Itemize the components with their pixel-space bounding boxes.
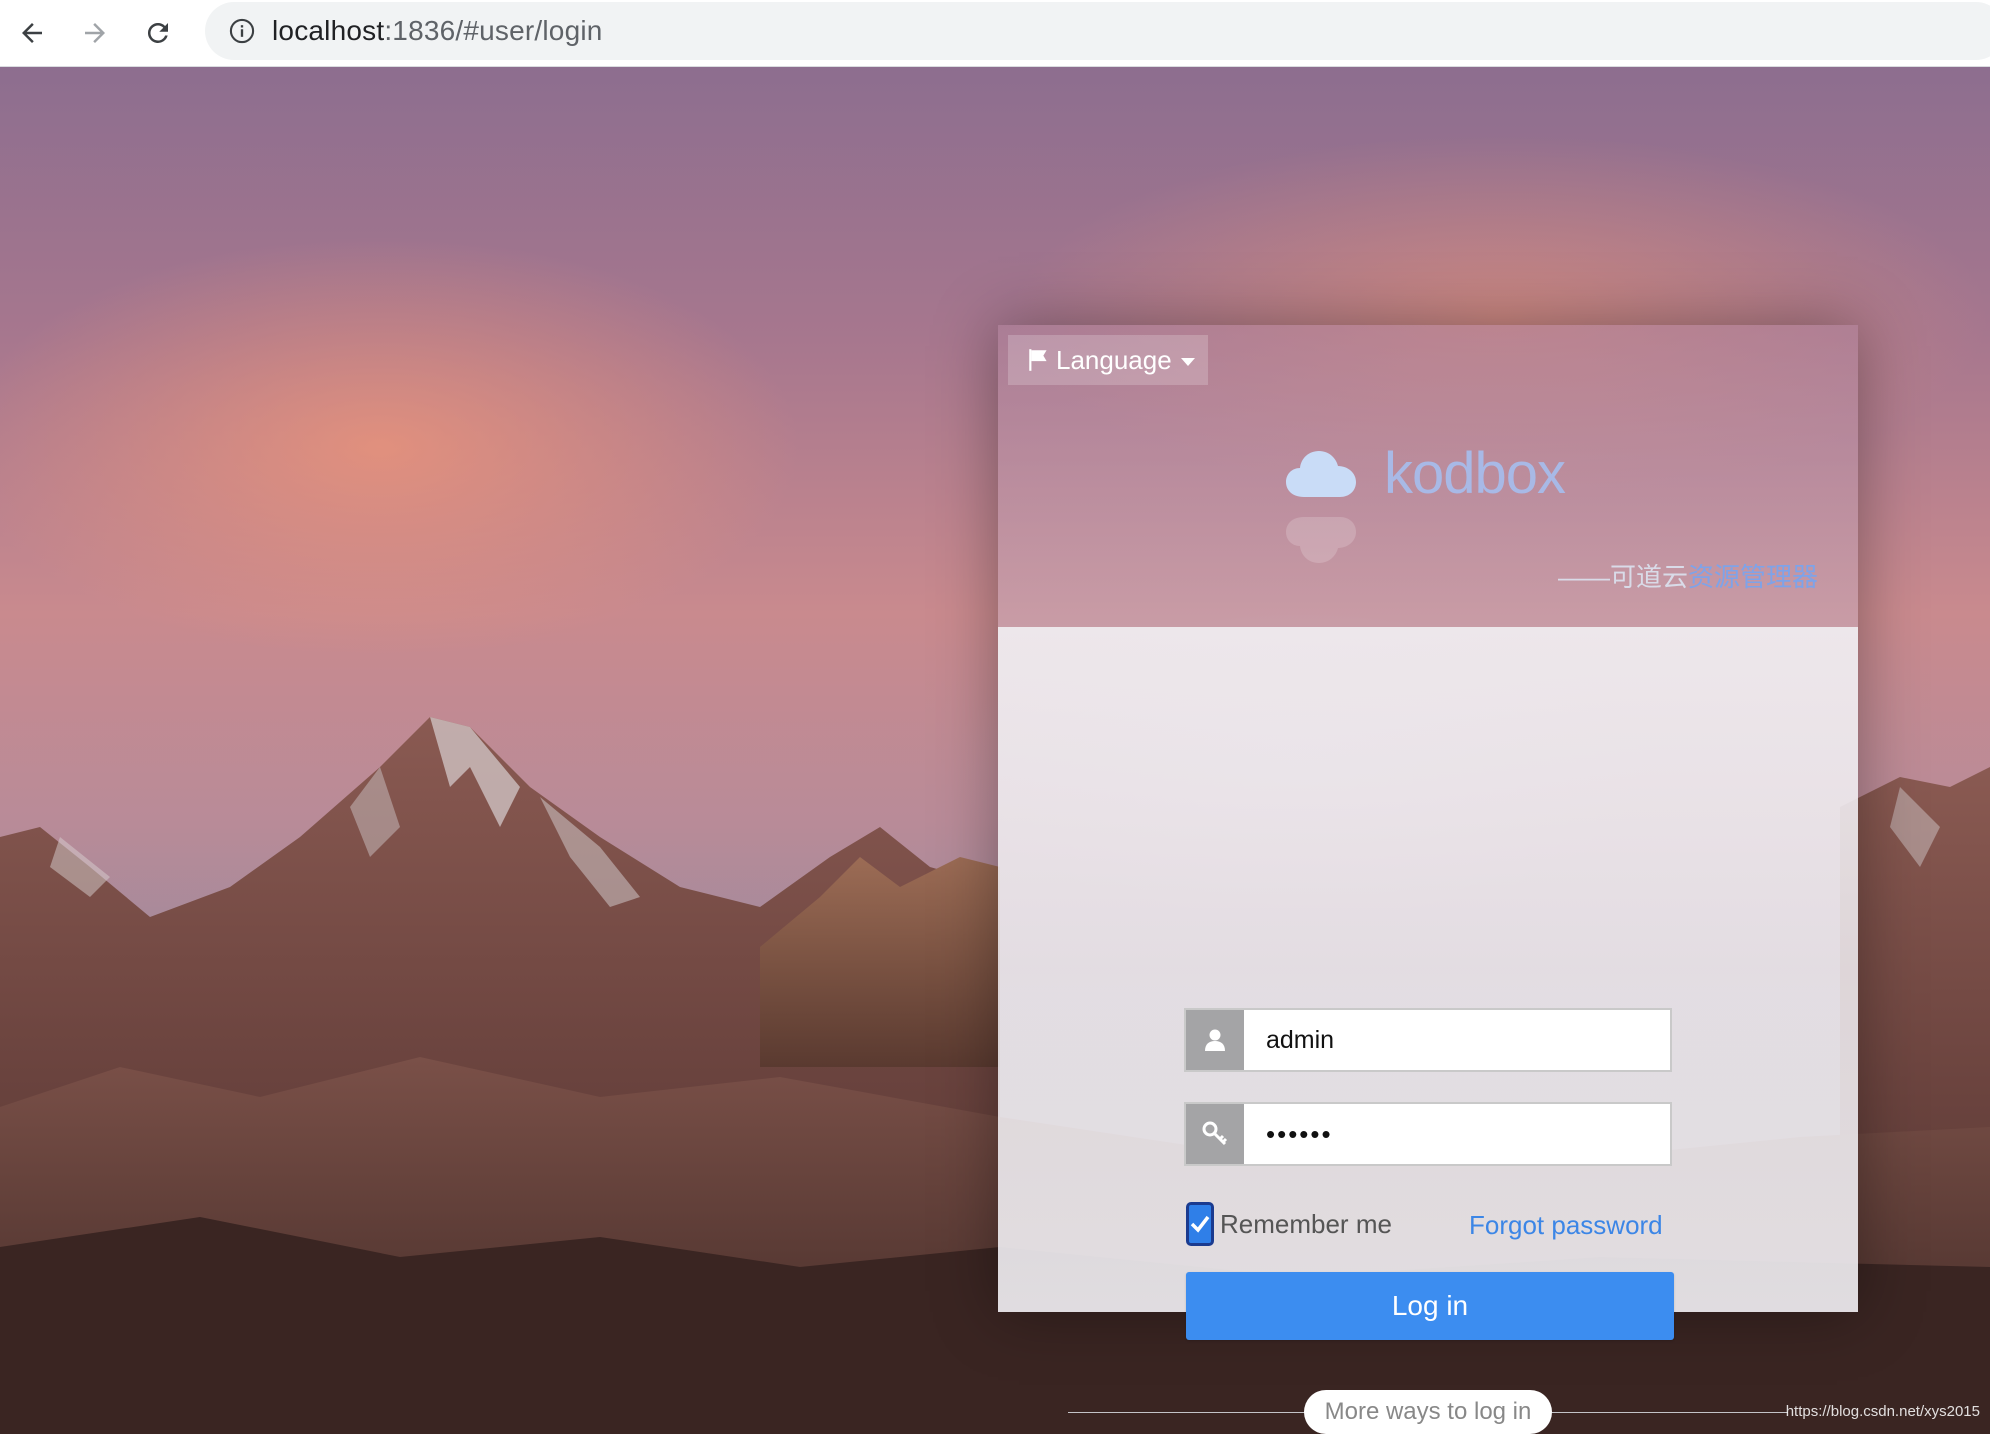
remember-label: Remember me [1220, 1208, 1392, 1239]
remember-checkbox[interactable] [1186, 1202, 1214, 1246]
key-icon [1186, 1104, 1244, 1164]
back-button[interactable] [7, 8, 57, 58]
arrow-left-icon [22, 23, 42, 43]
cloud-icon [1286, 451, 1356, 497]
password-input[interactable]: •••••• [1266, 1119, 1333, 1150]
check-icon [1190, 1215, 1210, 1233]
logo-reflection [1286, 507, 1586, 567]
password-field[interactable]: •••••• [1184, 1102, 1672, 1166]
username-field[interactable]: admin [1184, 1008, 1672, 1072]
arrow-right-icon [85, 23, 105, 43]
forward-button[interactable] [70, 8, 120, 58]
info-icon[interactable] [227, 16, 257, 46]
username-input[interactable]: admin [1266, 1026, 1334, 1055]
language-button[interactable]: Language [1008, 335, 1208, 385]
remember-me-toggle[interactable]: Remember me [1186, 1202, 1392, 1246]
reload-button[interactable] [133, 8, 183, 58]
url-text: localhost:1836/#user/login [272, 15, 603, 47]
more-ways-label: More ways to log in [1304, 1390, 1552, 1434]
forgot-password-link[interactable]: Forgot password [1469, 1210, 1663, 1241]
user-icon [1186, 1010, 1244, 1070]
reload-icon [147, 22, 168, 43]
watermark-text: https://blog.csdn.net/xys2015 [1785, 1403, 1980, 1420]
caret-down-icon [1180, 357, 1195, 366]
login-button[interactable]: Log in [1186, 1272, 1674, 1340]
login-form: admin •••••• Remember me Forgot password… [998, 627, 1858, 1434]
login-header: Language kodbox ——可道云资源管理器 [998, 325, 1858, 627]
url-path: :1836/#user/login [384, 15, 603, 46]
url-host: localhost [272, 15, 385, 46]
kodbox-logo: kodbox [1286, 433, 1586, 513]
address-bar[interactable]: localhost:1836/#user/login [205, 2, 1990, 60]
slogan-prefix: ——可道云 [1557, 562, 1688, 592]
browser-toolbar: localhost:1836/#user/login [0, 0, 1990, 67]
slogan: ——可道云资源管理器 [1558, 557, 1818, 594]
slogan-accent: 资源管理器 [1687, 562, 1818, 592]
flag-icon [1029, 349, 1047, 371]
login-panel: Language kodbox ——可道云资源管理器 admin •••••• [998, 325, 1858, 1434]
language-label: Language [1056, 344, 1172, 375]
logo-text: kodbox [1384, 440, 1566, 506]
